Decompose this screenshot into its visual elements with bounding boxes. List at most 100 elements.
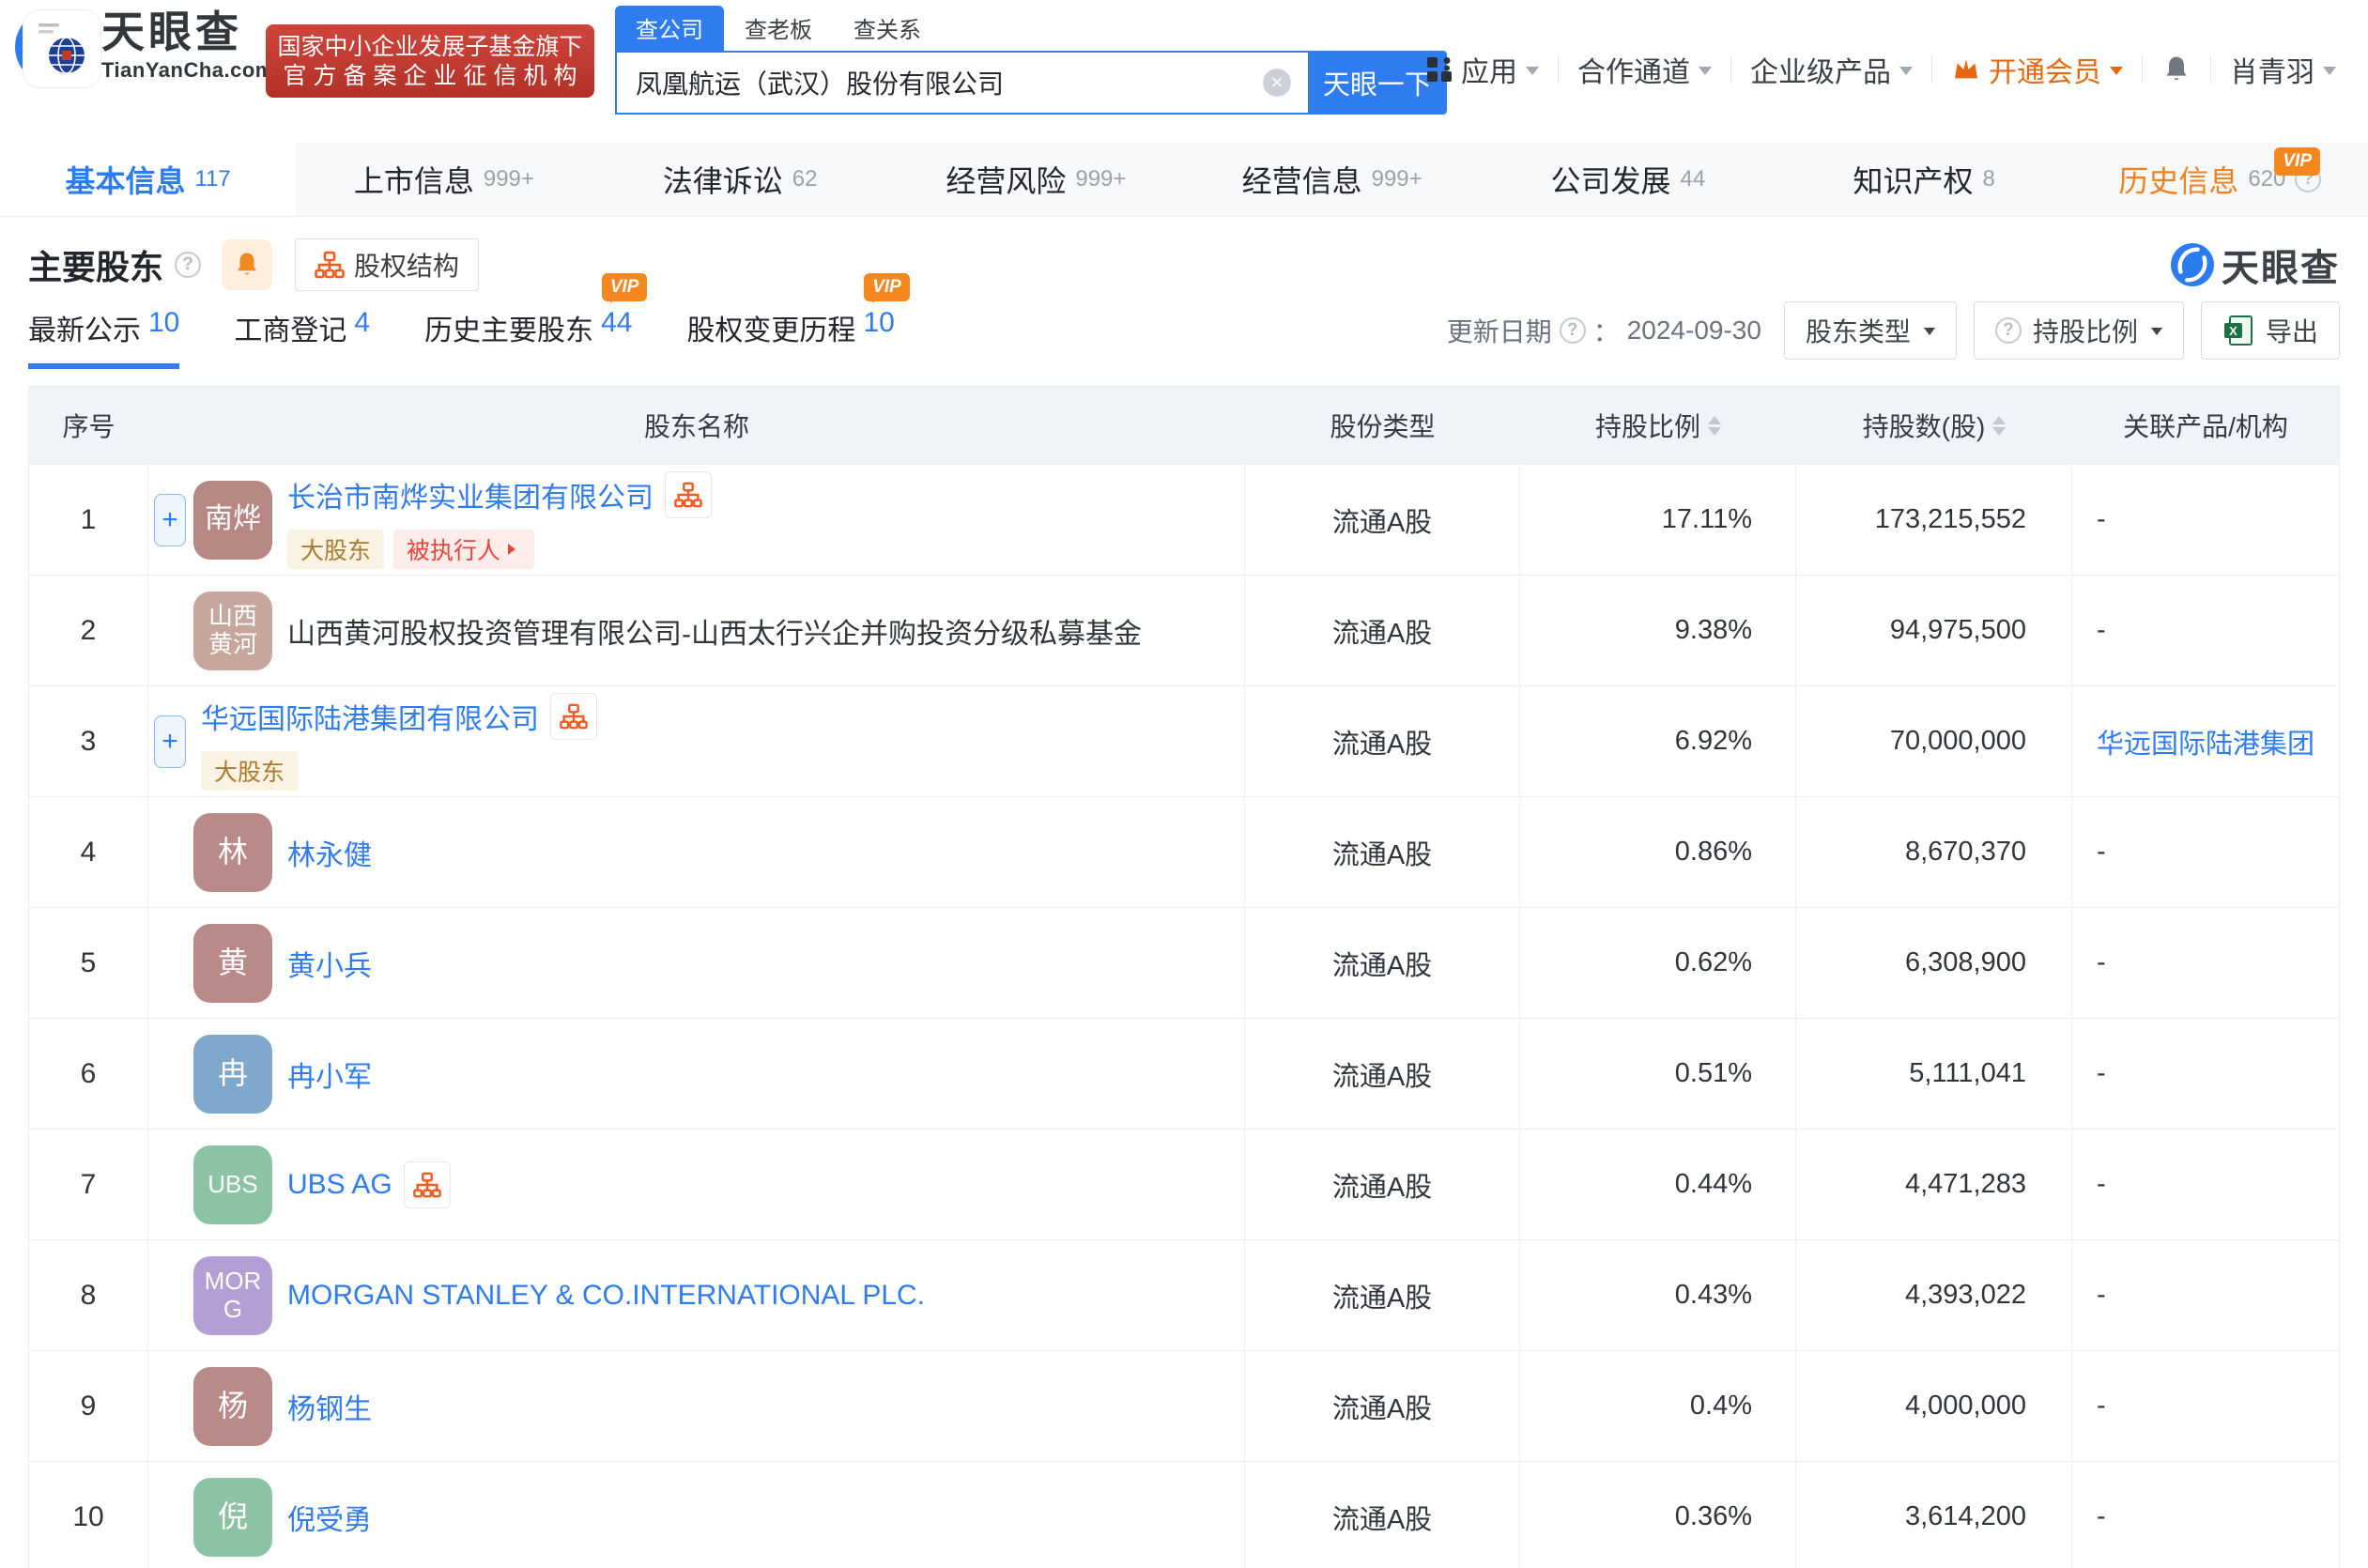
search-tab-company[interactable]: 查公司 [615, 6, 724, 51]
shareholder-name[interactable]: 林永健 [287, 832, 372, 873]
table-row: 7 + UBS UBS AG [29, 1129, 2339, 1239]
section-title: 主要股东 [28, 248, 164, 286]
search-tabs: 查公司 查老板 查关系 [615, 6, 1447, 51]
row-number: 8 [29, 1240, 148, 1350]
holding-ratio-filter[interactable]: ? 持股比例 [1973, 301, 2184, 360]
shareholder-name[interactable]: 黄小兵 [287, 943, 372, 984]
nav-partner-channel[interactable]: 合作通道 [1559, 49, 1730, 90]
search-input[interactable] [615, 51, 1308, 115]
col-holding-ratio[interactable]: 持股比例 [1520, 387, 1796, 464]
shareholder-name[interactable]: 山西黄河股权投资管理有限公司-山西太行兴企并购投资分级私募基金 [287, 610, 1142, 652]
subtab-equity-change-history[interactable]: VIP 股权变更历程 10 [686, 273, 910, 369]
tab-company-development[interactable]: 公司发展 44 [1480, 143, 1776, 216]
tab-intellectual-property[interactable]: 知识产权 8 [1776, 143, 2072, 216]
logo-swirl-icon [2171, 243, 2214, 286]
shareholder-cell: + MORG MORGAN STANLEY & CO.INTERNATIONAL… [148, 1240, 1245, 1350]
share-type: 流通A股 [1245, 908, 1520, 1018]
share-type: 流通A股 [1245, 1130, 1520, 1239]
share-type: 流通A股 [1245, 1351, 1520, 1461]
nav-enterprise-products[interactable]: 企业级产品 [1731, 49, 1931, 90]
shareholder-cell: + 冉 冉小军 [148, 1019, 1245, 1129]
tab-operation-risk[interactable]: 经营风险 999+ [888, 143, 1184, 216]
shareholder-name[interactable]: 长治市南烨实业集团有限公司 [287, 474, 654, 515]
related-products: - [2097, 1280, 2106, 1310]
shareholder-name[interactable]: MORGAN STANLEY & CO.INTERNATIONAL PLC. [287, 1280, 925, 1312]
tab-legal-litigation[interactable]: 法律诉讼 62 [592, 143, 888, 216]
col-share-count[interactable]: 持股数(股) [1796, 387, 2072, 464]
sort-icon[interactable] [1992, 415, 2007, 436]
holding-ratio: 0.62% [1520, 908, 1796, 1018]
equity-structure-button[interactable]: 股权结构 [295, 238, 480, 291]
clear-search-icon[interactable]: × [1263, 69, 1291, 97]
avatar: 冉 [193, 1034, 272, 1114]
row-number: 6 [29, 1019, 148, 1129]
table-body: 1 + 南烨 长治市南烨实业集团有限公司 大股东 被执行人 流通A股 17.11… [23, 9, 2339, 1568]
equity-structure-icon-button[interactable] [665, 470, 712, 518]
shareholder-tag[interactable]: 大股东 [287, 529, 385, 569]
chevron-down-icon [2323, 67, 2336, 82]
company-detail-tabs: 基本信息 117 上市信息 999+ 法律诉讼 62 经营风险 999+ 经营信… [0, 143, 2368, 217]
shareholder-cell: + 杨 杨钢生 [148, 1351, 1245, 1461]
avatar: MOR G [193, 1255, 272, 1335]
user-menu[interactable]: 肖青羽 [2211, 49, 2355, 90]
tab-operation-info[interactable]: 经营信息 999+ [1184, 143, 1480, 216]
tab-basic-info[interactable]: 基本信息 117 [0, 143, 297, 216]
shareholder-name[interactable]: UBS AG [287, 1169, 392, 1201]
shareholder-name[interactable]: 冉小军 [287, 1053, 372, 1095]
monitor-bell-button[interactable] [222, 239, 273, 290]
share-type: 流通A股 [1245, 465, 1520, 575]
nav-vip-membership[interactable]: 开通会员 [1932, 49, 2142, 90]
arrow-right-icon [508, 543, 521, 555]
shareholder-name[interactable]: 杨钢生 [287, 1386, 372, 1427]
subtab-latest-disclosure[interactable]: 最新公示 10 [28, 307, 180, 369]
tab-history-info[interactable]: VIP 历史信息 620 ? [2072, 143, 2368, 216]
shareholder-tag[interactable]: 大股东 [201, 750, 299, 791]
top-bar: 天眼查 TianYanCha.com 国家中小企业发展子基金旗下 官方备案企业征… [0, 0, 2368, 143]
main-content: 主要股东 ? 股权结构 天眼查 最新公示 10 工商登记 4 VIP 历史主要股… [0, 9, 2368, 1568]
shareholder-name[interactable]: 倪受勇 [287, 1497, 372, 1538]
help-icon[interactable]: ? [1559, 317, 1586, 344]
nav-apps[interactable]: 应用 [1407, 49, 1558, 90]
related-products: - [2097, 1169, 2106, 1199]
avatar: 林 [193, 812, 272, 892]
chevron-down-icon [1699, 67, 1712, 82]
company-logo-icon [38, 23, 85, 74]
export-button[interactable]: X 导出 [2200, 301, 2340, 360]
related-products[interactable]: 华远国际陆港集团 [2072, 686, 2339, 796]
shareholder-tag[interactable]: 被执行人 [393, 529, 535, 569]
search-tab-relation[interactable]: 查关系 [833, 6, 942, 51]
related-products: - [2097, 1391, 2106, 1421]
org-chart-icon [412, 1172, 441, 1197]
notification-bell-button[interactable] [2143, 54, 2210, 85]
bell-icon [2166, 56, 2187, 81]
table-header: 序号 股东名称 股份类型 持股比例 持股数(股) 关联产品/机构 [29, 387, 2339, 464]
shareholder-cell: + 山西黄河 山西黄河股权投资管理有限公司-山西太行兴企并购投资分级私募基金 [148, 576, 1245, 685]
col-related-products: 关联产品/机构 [2123, 412, 2288, 441]
expand-button[interactable]: + [154, 493, 186, 546]
tag-line: 大股东 被执行人 [287, 529, 712, 569]
search-tab-boss[interactable]: 查老板 [724, 6, 833, 51]
shareholder-cell: + 华远国际陆港集团有限公司 大股东 [23, 9, 1245, 796]
org-chart-icon [674, 482, 702, 507]
subtab-historical-shareholders[interactable]: VIP 历史主要股东 44 [424, 273, 648, 369]
shareholder-type-filter[interactable]: 股东类型 [1783, 301, 1957, 360]
help-icon[interactable]: ? [175, 252, 202, 278]
avatar: 南烨 [193, 480, 272, 560]
avatar: 黄 [193, 923, 272, 1003]
holding-ratio: 6.92% [1520, 686, 1796, 796]
equity-structure-icon-button[interactable] [403, 1161, 451, 1208]
related-products: - [2097, 1501, 2106, 1531]
subtab-business-registration[interactable]: 工商登记 4 [234, 307, 370, 369]
tab-listing-info[interactable]: 上市信息 999+ [296, 143, 592, 216]
bell-icon [238, 253, 257, 275]
sort-icon[interactable] [1708, 415, 1721, 436]
row-number: 2 [29, 576, 148, 685]
col-share-type: 股份类型 [1330, 412, 1436, 441]
holding-ratio: 0.51% [1520, 1019, 1796, 1129]
chevron-down-icon [2110, 67, 2123, 82]
expand-button[interactable]: + [154, 715, 186, 768]
row-number: 10 [29, 1462, 148, 1568]
equity-structure-icon-button[interactable] [550, 692, 597, 740]
avatar: UBS [193, 1145, 272, 1224]
shareholder-name[interactable]: 华远国际陆港集团有限公司 [201, 696, 539, 737]
